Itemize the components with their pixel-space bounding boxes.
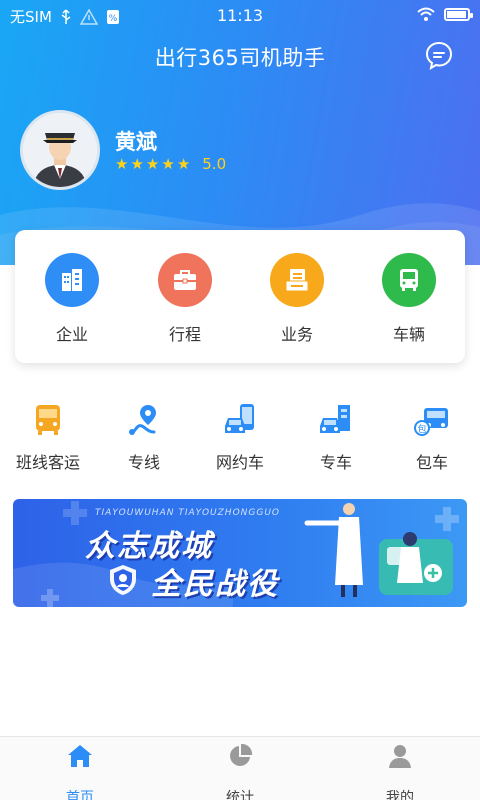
battery-icon — [444, 7, 473, 21]
nav-label: 我的 — [386, 790, 414, 800]
home-icon — [68, 745, 92, 767]
rating: ★ ★ ★ ★ ★ 5.0 — [115, 155, 226, 173]
star-icon: ★ — [115, 154, 129, 173]
special-car-icon — [320, 405, 350, 433]
banner-pinyin: TIAYOUWUHAN TIAYOUZHONGGUO — [95, 508, 281, 518]
menu-label: 企业 — [55, 325, 88, 344]
wifi-icon — [417, 7, 435, 21]
menu-item-business[interactable]: 业务 — [252, 253, 342, 345]
nav-label: 统计 — [226, 790, 254, 800]
driver-name: 黄斌 — [115, 130, 157, 154]
service-label: 包车 — [415, 453, 448, 472]
charter-bus-icon: 包 — [414, 408, 448, 436]
pie-chart-icon — [230, 743, 253, 766]
briefcase-icon — [158, 253, 212, 307]
bus-icon — [36, 405, 60, 435]
star-icon: ★ — [130, 154, 144, 173]
service-charter[interactable]: 包 包车 — [384, 402, 480, 473]
service-intercity-bus[interactable]: 班线客运 — [0, 402, 96, 473]
page-title: 出行365司机助手 — [154, 46, 326, 70]
menu-label: 车辆 — [392, 325, 425, 344]
star-icon: ★ — [161, 154, 175, 173]
star-icon: ★ — [176, 154, 191, 173]
nav-home[interactable]: 首页 — [30, 743, 130, 800]
message-button[interactable] — [424, 40, 454, 71]
avatar[interactable] — [20, 110, 100, 190]
nav-label: 首页 — [66, 790, 94, 800]
status-time: 11:13 — [216, 6, 264, 25]
route-icon — [129, 405, 156, 435]
service-label: 网约车 — [215, 453, 264, 472]
service-label: 专车 — [319, 453, 352, 472]
document-icon — [270, 253, 324, 307]
star-icon: ★ — [145, 154, 160, 173]
menu-item-enterprise[interactable]: 企业 — [27, 253, 117, 345]
title-bar: 出行365司机助手 — [0, 40, 480, 76]
chat-bubble-icon — [425, 41, 453, 71]
service-special-car[interactable]: 专车 — [288, 402, 384, 473]
service-label: 专线 — [127, 453, 160, 472]
nav-profile[interactable]: 我的 — [350, 743, 450, 800]
banner-subheadline: 全民战役 — [151, 567, 279, 602]
menu-item-trip[interactable]: 行程 — [140, 253, 230, 345]
shield-icon — [110, 565, 136, 595]
main-menu-card: 企业 行程 业务 车辆 — [15, 230, 465, 363]
service-label: 班线客运 — [15, 453, 80, 472]
rating-score: 5.0 — [202, 155, 227, 173]
bottom-nav: 首页 统计 我的 — [0, 736, 480, 800]
service-ride-hailing[interactable]: 网约车 — [192, 402, 288, 473]
service-dedicated-line[interactable]: 专线 — [96, 402, 192, 473]
menu-label: 业务 — [280, 325, 313, 344]
menu-label: 行程 — [168, 325, 201, 344]
driver-avatar-icon — [23, 113, 97, 187]
building-icon — [45, 253, 99, 307]
phone-car-icon — [225, 404, 254, 433]
svg-text:包: 包 — [417, 423, 426, 435]
user-icon — [389, 745, 411, 768]
menu-item-vehicle[interactable]: 车辆 — [364, 253, 454, 345]
bus-icon — [382, 253, 436, 307]
promo-banner[interactable]: TIAYOUWUHAN TIAYOUZHONGGUO 众志成城 全民战役 — [13, 499, 467, 607]
nav-statistics[interactable]: 统计 — [190, 743, 290, 800]
status-bar: 无SIM % 11:13 — [0, 0, 480, 32]
